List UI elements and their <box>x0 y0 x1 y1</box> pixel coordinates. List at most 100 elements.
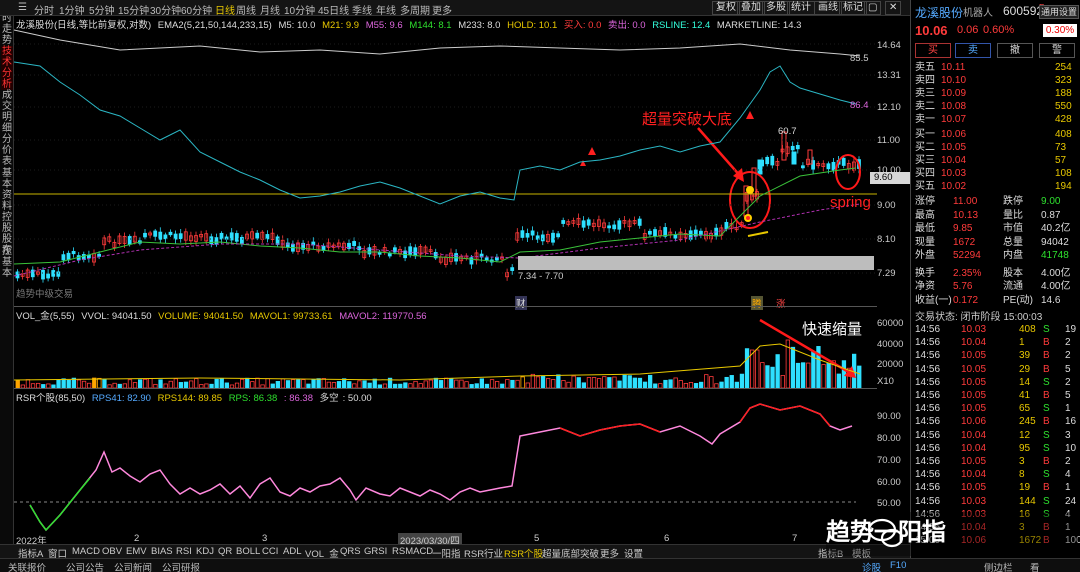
footer-f10[interactable]: F10 <box>890 560 906 571</box>
candle <box>489 259 494 263</box>
period-monthly[interactable]: 月线 <box>260 2 280 17</box>
period-quarter[interactable]: 季线 <box>352 2 372 17</box>
tick-volume: 245 <box>1019 416 1036 428</box>
period-weekly[interactable]: 周线 <box>236 2 256 17</box>
tick-time: 14:56 <box>915 469 941 481</box>
tick-price: 10.05 <box>961 350 987 362</box>
candle <box>790 145 795 151</box>
footer-research[interactable]: 公司研报 <box>162 560 200 572</box>
tab-kdj[interactable]: KDJ <box>196 546 214 557</box>
volume-bar <box>551 379 556 389</box>
tab-trade-detail[interactable]: 成交明细 <box>1 90 13 134</box>
candle <box>632 220 637 224</box>
period-1min[interactable]: 1分钟 <box>59 2 85 17</box>
candle <box>637 218 642 226</box>
rsi-axis-label: 50.00 <box>877 498 901 509</box>
period-daily[interactable]: 日线 <box>215 2 235 17</box>
period-year[interactable]: 年线 <box>376 2 396 17</box>
footer-sidebar[interactable]: 侧边栏 <box>984 560 1013 572</box>
tick-count: 10 <box>1065 442 1077 454</box>
candle <box>71 250 76 255</box>
volume-bar <box>760 362 765 389</box>
sell-button[interactable]: 卖 <box>955 43 991 58</box>
period-multi[interactable]: 多周期 <box>400 2 430 17</box>
period-5min[interactable]: 5分钟 <box>89 2 115 17</box>
stat-label: 净资 <box>915 281 935 292</box>
period-fenshi[interactable]: 分时 <box>34 2 54 17</box>
tab-boll[interactable]: BOLL <box>236 546 260 557</box>
period-more[interactable]: 更多 <box>432 2 452 17</box>
mark-button[interactable]: 标记 <box>839 1 867 15</box>
volume-bar <box>546 378 551 389</box>
footer-news[interactable]: 公司新闻 <box>114 560 152 572</box>
tab-macd[interactable]: MACD <box>72 546 100 557</box>
pct-badge: 0.30% <box>1043 24 1077 37</box>
period-15min[interactable]: 15分钟 <box>118 2 149 17</box>
tab-bias[interactable]: BIAS <box>151 546 173 557</box>
volume-bar <box>61 378 66 389</box>
tab-obv[interactable]: OBV <box>102 546 122 557</box>
overlay-button[interactable]: 叠加 <box>737 1 765 15</box>
tab-emv[interactable]: EMV <box>126 546 147 557</box>
tab-rsi[interactable]: RSI <box>176 546 192 557</box>
candle <box>785 146 790 155</box>
tick-volume: 39 <box>1019 350 1031 362</box>
ask-volume: 428 <box>1055 114 1072 125</box>
cancel-button[interactable]: 撤 <box>997 43 1033 58</box>
candle <box>234 233 239 242</box>
buy-button[interactable]: 买 <box>915 43 951 58</box>
tab-grsi[interactable]: GRSI <box>364 546 387 557</box>
volume-bar <box>576 377 581 389</box>
volume-bar <box>826 363 831 389</box>
event-marker-a[interactable]: 腾 <box>751 296 763 310</box>
volume-bar <box>245 377 250 389</box>
ask-row: 卖五 10.11 254 <box>915 61 1079 74</box>
tab-basic[interactable]: 控基本 <box>1 246 13 279</box>
period-30min[interactable]: 30分钟 <box>150 2 181 17</box>
volume-bar <box>454 379 459 389</box>
footer-announcements[interactable]: 公司公告 <box>66 560 104 572</box>
period-45day[interactable]: 45日线 <box>318 2 349 17</box>
period-10min[interactable]: 10分钟 <box>284 2 315 17</box>
tab-cci[interactable]: CCI <box>262 546 278 557</box>
tick-price: 10.04 <box>961 469 987 481</box>
volume-bar <box>535 376 541 389</box>
period-60min[interactable]: 60分钟 <box>181 2 212 17</box>
event-marker-fin[interactable]: 财 <box>515 296 527 310</box>
alert-button[interactable]: 警 <box>1039 43 1075 58</box>
candle <box>66 252 71 261</box>
volume-bar <box>362 380 367 389</box>
candle <box>413 247 418 257</box>
stat-row: 最低 9.85 市值 40.2亿 <box>915 222 1079 235</box>
menu-icon[interactable]: ☰ <box>18 2 27 13</box>
tab-adl[interactable]: ADL <box>283 546 301 557</box>
candle <box>153 230 158 237</box>
signal-triangle <box>746 111 754 119</box>
draw-button[interactable]: 画线 <box>814 1 842 15</box>
candle <box>642 233 647 240</box>
adjust-button[interactable]: 复权 <box>712 1 740 15</box>
footer-view[interactable]: 看 <box>1030 560 1040 572</box>
tab-rsmacd[interactable]: RSMACD <box>392 546 433 557</box>
tab-price-table[interactable]: 分价表 <box>1 134 13 167</box>
stats-button[interactable]: 统计 <box>787 1 815 15</box>
event-marker-b[interactable]: 涨 <box>776 296 786 310</box>
volume-group <box>15 318 862 389</box>
tick-side: B <box>1043 363 1050 375</box>
bid-row: 买四 10.03 108 <box>915 167 1079 180</box>
settings-button[interactable]: 通用设置 <box>1039 5 1079 19</box>
bid-row: 买五 10.02 194 <box>915 180 1079 193</box>
footer-related-quote[interactable]: 关联报价 <box>8 560 46 572</box>
footer-diagnose[interactable]: 诊股 <box>862 560 881 572</box>
candle <box>530 230 535 236</box>
restore-icon[interactable]: ▢ <box>864 1 882 15</box>
tab-qrs[interactable]: QRS <box>340 546 361 557</box>
tab-qr[interactable]: QR <box>218 546 232 557</box>
tab-tech-analysis[interactable]: 技术分析 <box>1 46 13 90</box>
close-icon[interactable]: ✕ <box>885 1 902 15</box>
multi-stock-button[interactable]: 多股 <box>762 1 790 15</box>
tick-side: S <box>1043 403 1050 415</box>
tick-count: 2 <box>1065 337 1071 349</box>
legend-buy: 买入: 0.0 <box>563 20 602 31</box>
tab-basic-info[interactable]: 基本资料 <box>1 168 13 212</box>
